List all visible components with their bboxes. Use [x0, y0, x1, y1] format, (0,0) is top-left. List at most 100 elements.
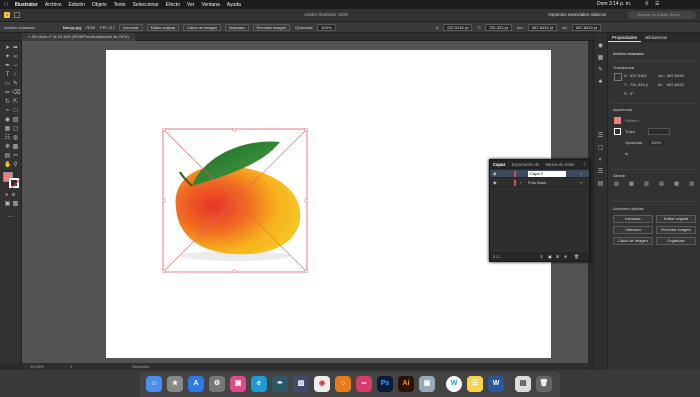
- tab-libraries[interactable]: Bibliotecas: [641, 33, 671, 42]
- blender-icon[interactable]: ○: [335, 376, 351, 392]
- align-center-icon[interactable]: ▩: [629, 181, 634, 188]
- zoom-tool-icon[interactable]: ⚲: [12, 162, 19, 169]
- prop-h-field[interactable]: 687,8433: [667, 82, 684, 87]
- fill-color-swatch[interactable]: [614, 117, 621, 124]
- transparency-panel-icon[interactable]: ◐: [597, 157, 604, 164]
- eraser-icon[interactable]: ⌫: [12, 90, 20, 97]
- menu-texto[interactable]: Texto: [114, 2, 126, 8]
- opacity-value-props[interactable]: 100%: [648, 140, 665, 145]
- menu-efecto[interactable]: Efecto: [166, 2, 180, 8]
- qa-crop-image-button[interactable]: Recortar imagen: [656, 226, 696, 234]
- brushes-panel-icon[interactable]: ✎: [597, 67, 604, 74]
- menu-ver[interactable]: Ver: [187, 2, 195, 8]
- artboards-panel-icon[interactable]: ▤: [597, 181, 604, 188]
- prop-angle-field[interactable]: 0°: [630, 91, 634, 96]
- edit-original-button[interactable]: Editar original: [146, 23, 180, 31]
- visibility-eye-icon[interactable]: ◉: [493, 179, 497, 187]
- apple-menu-icon[interactable]: : [4, 2, 8, 8]
- align-right-icon[interactable]: ▥: [644, 181, 649, 188]
- creative-cloud-icon[interactable]: ∞: [356, 376, 372, 392]
- trace-app-icon[interactable]: ▧: [293, 376, 309, 392]
- locate-object-icon[interactable]: ⚲: [540, 252, 543, 261]
- direct-selection-tool-icon[interactable]: ➥: [12, 45, 19, 52]
- layer-name-field[interactable]: Capa 2: [528, 171, 566, 177]
- y-field[interactable]: 751,333 pt: [485, 23, 512, 31]
- new-sublayer-icon[interactable]: ⊞: [556, 252, 559, 261]
- blend-icon[interactable]: ◍: [12, 135, 19, 142]
- make-clipping-mask-icon[interactable]: ▣: [548, 252, 552, 261]
- workspace-switcher[interactable]: Aspectos esenciales clásicos: [548, 12, 606, 17]
- embed-button[interactable]: Incrustar: [119, 23, 143, 31]
- home-icon[interactable]: ⌂: [4, 12, 10, 18]
- panel-menu-icon[interactable]: ≡: [581, 160, 589, 169]
- align-middle-icon[interactable]: ▩: [674, 181, 679, 188]
- rotate-icon[interactable]: ↻: [4, 99, 11, 106]
- align-left-icon[interactable]: ▤: [614, 181, 619, 188]
- pen-app-icon[interactable]: ✒: [272, 376, 288, 392]
- mask-button[interactable]: Máscara: [225, 23, 249, 31]
- prop-w-field[interactable]: 687,8433: [667, 73, 684, 78]
- tab-properties[interactable]: Propiedades: [608, 33, 642, 42]
- webex-icon[interactable]: W: [446, 376, 462, 392]
- tab-asset-export[interactable]: Exportación de: [509, 160, 543, 169]
- draw-mode-icon[interactable]: ▣: [4, 201, 11, 208]
- expand-chevron-icon[interactable]: ›: [520, 179, 521, 187]
- rectangle-tool-icon[interactable]: ▭: [4, 81, 11, 88]
- screenshots-icon[interactable]: ▣: [230, 376, 246, 392]
- color-panel-icon[interactable]: ◉: [597, 43, 604, 50]
- qa-edit-original-button[interactable]: Editar original: [656, 215, 696, 223]
- stroke-swatch[interactable]: [9, 178, 21, 189]
- swatches-panel-icon[interactable]: ▦: [597, 55, 604, 62]
- layers-panel-icon[interactable]: ☰: [597, 169, 604, 176]
- gradient-panel-icon[interactable]: ▢: [597, 145, 604, 152]
- slice-tool-icon[interactable]: ✂: [12, 153, 19, 160]
- menu-seleccionar[interactable]: Seleccionar: [133, 2, 159, 8]
- visibility-eye-icon[interactable]: ◉: [493, 170, 497, 178]
- lasso-icon[interactable]: ∞: [12, 54, 19, 61]
- hand-tool-icon[interactable]: ✋: [4, 162, 11, 169]
- qa-mask-button[interactable]: Máscara: [613, 226, 653, 234]
- tab-layers[interactable]: Capas: [490, 160, 509, 169]
- finder-window-icon[interactable]: ▤: [515, 376, 531, 392]
- menu-ventana[interactable]: Ventana: [201, 2, 219, 8]
- reference-point-icon[interactable]: [614, 73, 622, 81]
- fill-mode-icon[interactable]: ■: [3, 192, 10, 199]
- word-icon[interactable]: W: [488, 376, 504, 392]
- search-icon[interactable]: ⚲: [645, 1, 649, 7]
- menu-objeto[interactable]: Objeto: [92, 2, 107, 8]
- document-tab[interactable]: × Sin título-1* al 19,15% (RGB/Previsual…: [22, 33, 135, 41]
- symbol-sprayer-icon[interactable]: ❋: [4, 144, 11, 151]
- qa-image-trace-button[interactable]: Calco de imagen: [613, 237, 653, 245]
- layout-icon[interactable]: [14, 12, 20, 18]
- artboard-tool-icon[interactable]: ▤: [4, 153, 11, 160]
- system-preferences-icon[interactable]: ⚙: [209, 376, 225, 392]
- pen-tool-icon[interactable]: ✒: [4, 63, 11, 70]
- stock-search-input[interactable]: Buscar en Adobe Stock: [628, 11, 696, 19]
- w-field[interactable]: 687,8433 pt: [528, 23, 558, 31]
- app-store-icon[interactable]: A: [188, 376, 204, 392]
- launchpad-icon[interactable]: ★: [167, 376, 183, 392]
- screen-mode-icon[interactable]: ▩: [12, 201, 19, 208]
- stroke-color-swatch[interactable]: [614, 128, 621, 135]
- edge-icon[interactable]: e: [251, 376, 267, 392]
- menu-archivo[interactable]: Archivo: [45, 2, 62, 8]
- stroke-weight-field[interactable]: [648, 128, 670, 135]
- linked-filename[interactable]: Mango.jpg: [63, 25, 82, 30]
- free-transform-icon[interactable]: □: [12, 108, 19, 115]
- layer-row[interactable]: ◉ › Foto Base ○: [490, 179, 589, 187]
- zoom-field[interactable]: 19,15%: [30, 363, 44, 370]
- tab-artboards[interactable]: Mesas de traba: [543, 160, 578, 169]
- menu-edicion[interactable]: Edición: [69, 2, 85, 8]
- align-bottom-icon[interactable]: ▥: [689, 181, 694, 188]
- shape-builder-icon[interactable]: ◉: [4, 117, 11, 124]
- qa-arrange-button[interactable]: Organizar: [656, 237, 696, 245]
- image-trace-button[interactable]: Calco de imagen: [183, 23, 222, 31]
- linked-image-mango[interactable]: [162, 128, 308, 273]
- notes-icon[interactable]: ☰: [467, 376, 483, 392]
- symbols-panel-icon[interactable]: ♣: [597, 79, 604, 86]
- stroke-panel-icon[interactable]: ☰: [597, 133, 604, 140]
- new-layer-icon[interactable]: ⊕: [564, 252, 567, 261]
- paintbrush-icon[interactable]: ✎: [12, 81, 19, 88]
- gradient-icon[interactable]: ▢: [12, 126, 19, 133]
- preview-icon[interactable]: ▣: [419, 376, 435, 392]
